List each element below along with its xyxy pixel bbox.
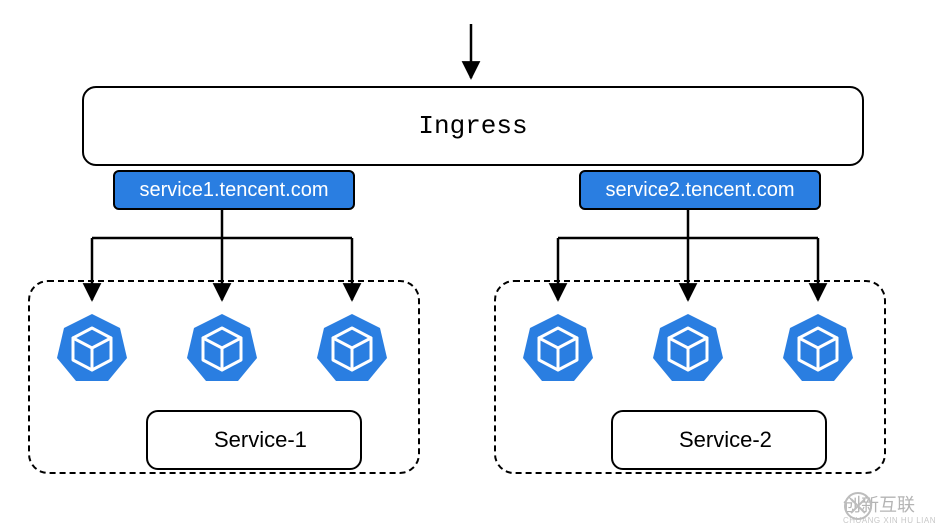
host-tag-service1: service1.tencent.com — [113, 170, 355, 210]
watermark: 创新互联 CHUANG XIN HU LIAN — [843, 491, 936, 525]
host-label: service2.tencent.com — [606, 179, 795, 202]
ingress-label: Ingress — [418, 111, 527, 141]
service-label: Service-2 — [679, 427, 772, 453]
ingress-box: Ingress — [82, 86, 864, 166]
watermark-logo-icon — [843, 491, 873, 521]
host-label: service1.tencent.com — [140, 179, 329, 202]
service-label: Service-1 — [214, 427, 307, 453]
service1-box: Service-1 — [146, 410, 362, 470]
service2-box: Service-2 — [611, 410, 827, 470]
host-tag-service2: service2.tencent.com — [579, 170, 821, 210]
